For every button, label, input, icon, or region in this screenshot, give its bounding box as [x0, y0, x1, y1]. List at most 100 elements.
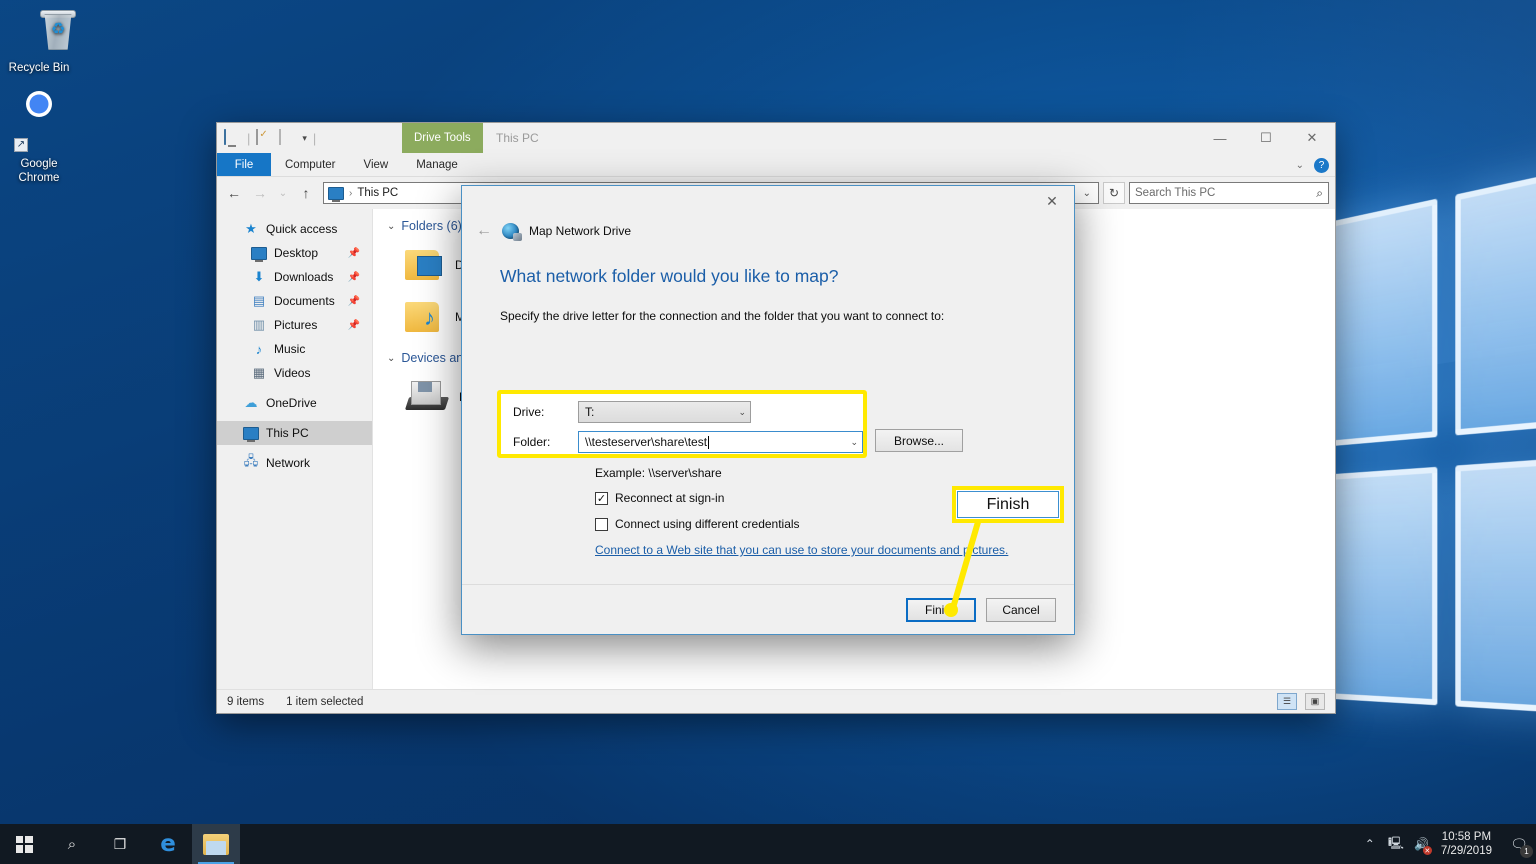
- file-explorer-icon: [203, 833, 229, 855]
- finish-button[interactable]: Finish: [906, 597, 976, 622]
- taskbar-app-edge[interactable]: e: [144, 824, 192, 864]
- chrome-icon: ↗: [0, 104, 78, 152]
- reconnect-checkbox-row[interactable]: ✓ Reconnect at sign-in: [595, 491, 724, 505]
- pin-icon[interactable]: 📌: [348, 272, 360, 283]
- large-icons-view-icon[interactable]: ▣: [1305, 693, 1325, 710]
- new-folder-icon[interactable]: [279, 128, 296, 147]
- back-button[interactable]: ←: [223, 181, 245, 205]
- chevron-down-icon[interactable]: ⌄: [738, 407, 746, 418]
- tab-file[interactable]: File: [217, 153, 271, 176]
- videos-icon: ▦: [252, 365, 266, 380]
- folder-field-row: Folder: \\testeserver\share\test ⌄: [501, 429, 863, 455]
- view-toggles[interactable]: ☰ ▣: [1277, 693, 1325, 710]
- help-icon[interactable]: ?: [1314, 157, 1329, 173]
- mute-badge-icon: ✕: [1422, 846, 1432, 855]
- chevron-down-icon[interactable]: ⌄: [850, 437, 858, 448]
- desktop[interactable]: ♻ Recycle Bin ↗ Google Chrome | ▾ | Driv…: [0, 0, 1536, 864]
- group-header-label: Folders (6): [401, 219, 462, 233]
- qat-divider-2: |: [312, 130, 317, 146]
- sidebar-item-label: This PC: [266, 426, 309, 440]
- chevron-down-icon[interactable]: ⌄: [387, 221, 395, 232]
- taskbar[interactable]: ⌕ ❐ e ⌃ 🖳 🔊 ✕ 10:58 PM 7/29/2019 🗨 1: [0, 824, 1536, 864]
- connect-to-web-site-link[interactable]: Connect to a Web site that you can use t…: [595, 543, 1008, 557]
- sidebar-item-desktop[interactable]: Desktop 📌: [217, 241, 372, 265]
- address-bar-right[interactable]: ⌄: [1080, 188, 1094, 199]
- ribbon-right-controls[interactable]: ⌄ ?: [1296, 153, 1329, 177]
- sidebar-item-music[interactable]: ♪ Music: [217, 337, 372, 361]
- taskbar-app-file-explorer[interactable]: [192, 824, 240, 864]
- sidebar-item-documents[interactable]: ▤ Documents 📌: [217, 289, 372, 313]
- sidebar-item-this-pc[interactable]: This PC: [217, 421, 372, 445]
- volume-muted-icon[interactable]: 🔊 ✕: [1409, 824, 1435, 864]
- pin-icon[interactable]: 📌: [348, 248, 360, 259]
- cancel-button[interactable]: Cancel: [986, 597, 1056, 622]
- folder-input[interactable]: \\testeserver\share\test ⌄: [578, 431, 863, 453]
- customize-caret-icon[interactable]: ▾: [302, 133, 307, 144]
- dialog-title-bar[interactable]: ✕: [462, 186, 1074, 218]
- quick-access-toolbar[interactable]: | ▾ |: [217, 128, 317, 147]
- taskbar-search-button[interactable]: ⌕: [48, 824, 96, 864]
- desktop-icon-recycle-bin[interactable]: ♻ Recycle Bin: [0, 8, 78, 75]
- search-icon[interactable]: ⌕: [1316, 186, 1323, 201]
- contextual-tab-drive-tools[interactable]: Drive Tools: [402, 123, 483, 153]
- floppy-drive-icon: [404, 379, 450, 415]
- this-pc-icon[interactable]: [224, 128, 241, 147]
- credentials-checkbox-row[interactable]: Connect using different credentials: [595, 517, 800, 531]
- address-dropdown-icon[interactable]: ⌄: [1080, 188, 1094, 199]
- forward-button[interactable]: →: [249, 181, 271, 205]
- properties-icon[interactable]: [256, 128, 273, 147]
- desktop-icon: [251, 245, 267, 262]
- pin-icon[interactable]: 📌: [348, 296, 360, 307]
- annotation-callout-finish: Finish: [952, 486, 1064, 523]
- network-tray-icon[interactable]: 🖳: [1383, 824, 1409, 864]
- start-button[interactable]: [0, 824, 48, 864]
- desktop-icon-google-chrome[interactable]: ↗ Google Chrome: [0, 104, 78, 185]
- pin-icon[interactable]: 📌: [348, 320, 360, 331]
- chevron-down-icon[interactable]: ⌄: [387, 353, 395, 364]
- system-tray[interactable]: ⌃ 🖳 🔊 ✕ 10:58 PM 7/29/2019 🗨 1: [1357, 824, 1536, 864]
- documents-icon: ▤: [252, 293, 266, 308]
- browse-button[interactable]: Browse...: [875, 429, 963, 452]
- taskbar-clock[interactable]: 10:58 PM 7/29/2019: [1435, 830, 1502, 858]
- tab-computer[interactable]: Computer: [271, 153, 350, 176]
- edge-icon: e: [160, 831, 176, 857]
- close-button[interactable]: ✕: [1289, 123, 1335, 153]
- credentials-checkbox[interactable]: [595, 517, 608, 531]
- window-controls[interactable]: — ☐ ✕: [1197, 123, 1335, 153]
- back-button[interactable]: ←: [476, 222, 492, 240]
- sidebar-item-network[interactable]: 🖧 Network: [217, 451, 372, 475]
- tab-view[interactable]: View: [350, 153, 403, 176]
- recent-locations-icon[interactable]: ⌄: [275, 181, 291, 205]
- action-center-button[interactable]: 🗨 1: [1502, 824, 1536, 864]
- explorer-title-bar[interactable]: | ▾ | Drive Tools This PC — ☐ ✕: [217, 123, 1335, 153]
- task-view-icon: ❐: [113, 835, 127, 852]
- ribbon-tab-strip[interactable]: File Computer View Manage ⌄ ?: [217, 153, 1335, 177]
- maximize-button[interactable]: ☐: [1243, 123, 1289, 153]
- sidebar-item-downloads[interactable]: ⬇ Downloads 📌: [217, 265, 372, 289]
- dialog-close-button[interactable]: ✕: [1030, 186, 1074, 216]
- task-view-button[interactable]: ❐: [96, 824, 144, 864]
- up-button[interactable]: ↑: [295, 181, 317, 205]
- breadcrumb[interactable]: This PC: [357, 187, 398, 199]
- sidebar-item-quick-access[interactable]: ★ Quick access: [217, 217, 372, 241]
- sidebar-item-pictures[interactable]: ▥ Pictures 📌: [217, 313, 372, 337]
- chevron-down-icon[interactable]: ⌄: [1296, 160, 1304, 171]
- tab-manage[interactable]: Manage: [402, 153, 472, 176]
- sidebar-item-label: Network: [266, 456, 311, 470]
- tray-chevron-icon[interactable]: ⌃: [1357, 824, 1383, 864]
- sidebar-item-label: Documents: [274, 294, 335, 308]
- folder-music-icon: ♪: [405, 300, 445, 334]
- sidebar-item-label: Desktop: [274, 246, 319, 260]
- minimize-button[interactable]: —: [1197, 123, 1243, 153]
- pictures-icon: ▥: [252, 317, 266, 332]
- navigation-pane[interactable]: ★ Quick access Desktop 📌 ⬇ Downloads 📌 ▤…: [217, 209, 373, 689]
- sidebar-item-onedrive[interactable]: ☁ OneDrive: [217, 391, 372, 415]
- reconnect-checkbox[interactable]: ✓: [595, 491, 608, 505]
- sidebar-item-label: Videos: [274, 366, 311, 380]
- details-view-icon[interactable]: ☰: [1277, 693, 1297, 710]
- refresh-button[interactable]: ↻: [1103, 182, 1125, 204]
- drive-select[interactable]: T: ⌄: [578, 401, 751, 423]
- search-input[interactable]: Search This PC ⌕: [1129, 182, 1329, 204]
- sidebar-item-videos[interactable]: ▦ Videos: [217, 361, 372, 385]
- map-network-drive-dialog[interactable]: ✕ ← Map Network Drive What network folde…: [461, 185, 1075, 635]
